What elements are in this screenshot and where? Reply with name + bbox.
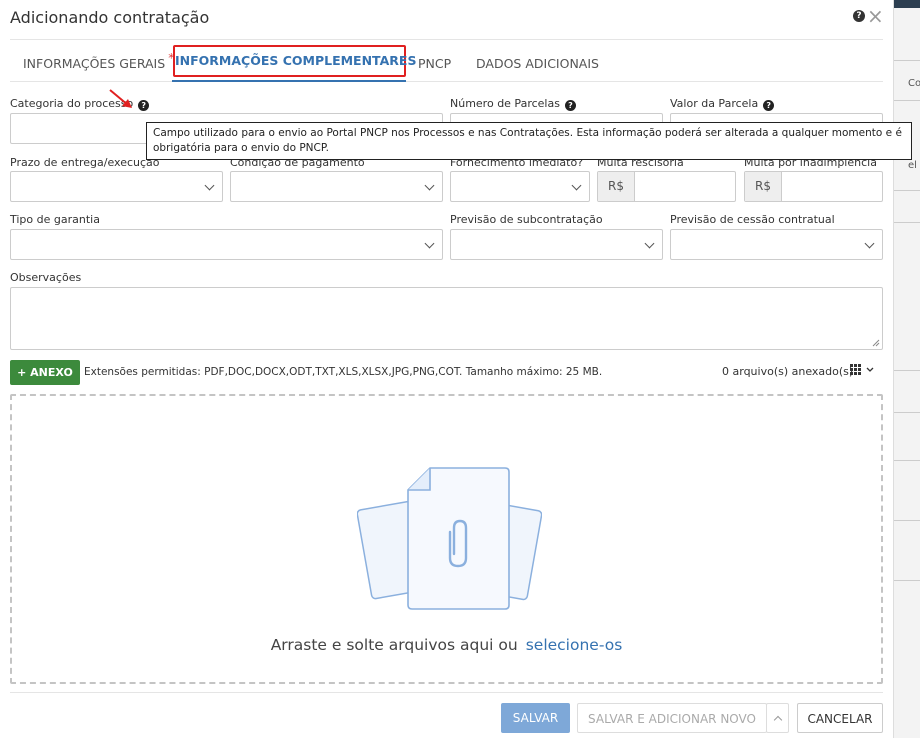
file-dropzone[interactable]: Arraste e solte arquivos aqui ou selecion… [10, 394, 883, 684]
background-text-fragment: Co [908, 78, 920, 89]
chevron-down-icon [424, 238, 435, 249]
chevron-down-icon [571, 180, 582, 191]
tab-label: INFORMAÇÕES GERAIS [23, 56, 166, 71]
active-tab-indicator [172, 80, 406, 82]
file-attachment-icon [357, 467, 542, 610]
save-options-toggle[interactable] [766, 703, 789, 733]
tooltip-line: obrigatória para o envio do PNCP. [153, 142, 329, 154]
valor-parcela-label: Valor da Parcela? [670, 97, 775, 111]
chevron-down-icon [424, 180, 435, 191]
save-and-add-new-button[interactable]: SALVAR E ADICIONAR NOVO [577, 703, 767, 733]
fornecimento-imediato-select[interactable] [450, 171, 590, 202]
tab-dados-adicionais[interactable]: DADOS ADICIONAIS [476, 45, 599, 82]
help-icon[interactable]: ? [763, 100, 775, 111]
modal-dialog: Adicionando contratação ? × INFORMAÇÕES … [0, 0, 912, 738]
previsao-cessao-label: Previsão de cessão contratual [670, 213, 835, 226]
previsao-cessao-select[interactable] [670, 229, 883, 260]
background-divider [894, 222, 920, 223]
background-divider [894, 60, 920, 61]
annotation-arrow-icon [109, 89, 132, 108]
tab-label: PNCP [418, 56, 452, 71]
header-divider [10, 39, 883, 40]
tab-informacoes-complementares[interactable]: INFORMAÇÕES COMPLEMENTARES [173, 45, 416, 77]
help-icon[interactable]: ? [853, 10, 865, 22]
background-divider [894, 100, 920, 101]
dropzone-text: Arraste e solte arquivos aqui ou selecion… [12, 636, 881, 654]
background-text-fragment: el [908, 160, 917, 171]
currency-prefix: R$ [745, 172, 782, 201]
background-divider [894, 520, 920, 521]
tab-pncp[interactable]: PNCP [418, 45, 451, 82]
background-divider [894, 580, 920, 581]
chevron-up-icon [773, 715, 783, 725]
background-topbar [894, 0, 920, 8]
allowed-extensions-text: Extensões permitidas: PDF,DOC,DOCX,ODT,T… [84, 366, 603, 378]
observacoes-textarea[interactable] [10, 287, 883, 350]
prazo-entrega-select[interactable] [10, 171, 223, 202]
help-tooltip: Campo utilizado para o envio ao Portal P… [146, 122, 912, 160]
multa-rescisoria-input[interactable]: R$ [597, 171, 736, 202]
prazo-entrega-label: Prazo de entrega/execução [10, 156, 160, 169]
footer-divider [10, 692, 883, 693]
tab-bar: INFORMAÇÕES GERAIS * INFORMAÇÕES COMPLEME… [10, 45, 883, 82]
observacoes-label: Observações [10, 271, 82, 284]
dropzone-instruction: Arraste e solte arquivos aqui ou [270, 636, 518, 654]
background-divider [894, 370, 920, 371]
view-grid-icon[interactable] [850, 364, 876, 376]
background-divider [894, 460, 920, 461]
tab-informacoes-gerais[interactable]: INFORMAÇÕES GERAIS * [23, 45, 174, 82]
resize-handle-icon[interactable] [872, 339, 880, 347]
currency-prefix: R$ [598, 172, 635, 201]
background-divider [894, 412, 920, 413]
help-icon[interactable]: ? [138, 100, 150, 111]
chevron-down-icon [204, 180, 215, 191]
chevron-down-icon [644, 238, 655, 249]
multa-inadimplencia-input[interactable]: R$ [744, 171, 883, 202]
previsao-subcontratacao-select[interactable] [450, 229, 663, 260]
numero-parcelas-label: Número de Parcelas? [450, 97, 576, 111]
tab-label: DADOS ADICIONAIS [476, 56, 599, 71]
valor-parcela-label-text: Valor da Parcela [670, 97, 759, 110]
tab-label: INFORMAÇÕES COMPLEMENTARES [175, 53, 417, 68]
help-icon[interactable]: ? [564, 100, 576, 111]
previsao-subcontratacao-label: Previsão de subcontratação [450, 213, 603, 226]
condicao-pagamento-select[interactable] [230, 171, 443, 202]
tipo-garantia-select[interactable] [10, 229, 443, 260]
attachment-count: 0 arquivo(s) anexado(s) [722, 365, 854, 378]
close-icon[interactable]: × [867, 6, 884, 26]
select-files-link[interactable]: selecione-os [526, 636, 623, 654]
tooltip-line: Campo utilizado para o envio ao Portal P… [153, 127, 902, 139]
cancel-button[interactable]: CANCELAR [797, 703, 883, 733]
background-page: Co el [893, 0, 920, 738]
chevron-down-icon [864, 238, 875, 249]
save-button[interactable]: SALVAR [501, 703, 570, 733]
add-attachment-button[interactable]: + ANEXO [10, 360, 80, 385]
numero-parcelas-label-text: Número de Parcelas [450, 97, 560, 110]
tipo-garantia-label: Tipo de garantia [10, 213, 100, 226]
background-divider [894, 190, 920, 191]
modal-title: Adicionando contratação [10, 8, 210, 27]
